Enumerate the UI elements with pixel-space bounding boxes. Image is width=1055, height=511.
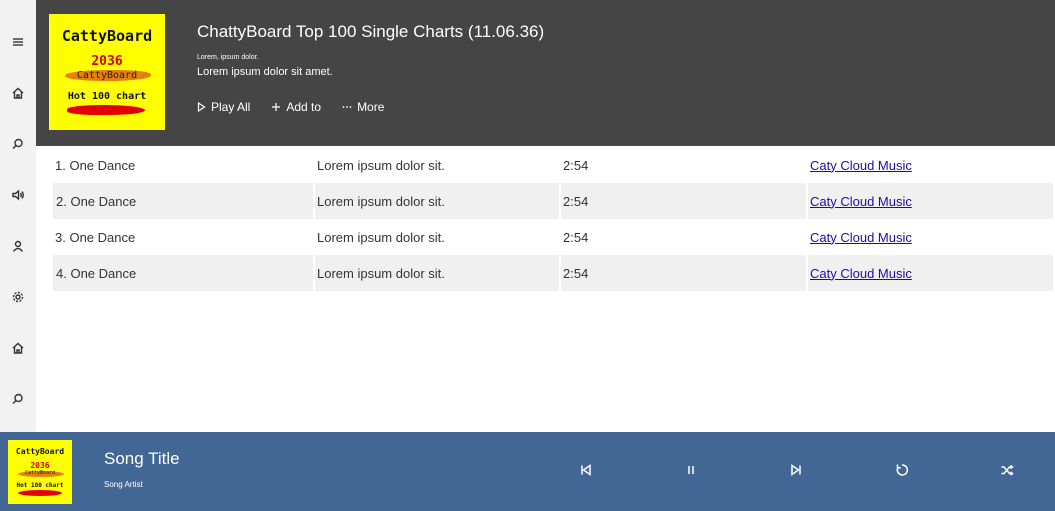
- track-title: 2. One Dance: [40, 183, 313, 219]
- track-title: 3. One Dance: [55, 229, 136, 245]
- track-label-cell: Caty Cloud Music: [806, 147, 1053, 183]
- home-icon[interactable]: [0, 333, 36, 363]
- app: CattyBoard 2036 CattyBoard Hot 100 chart…: [0, 0, 1055, 511]
- track-row[interactable]: 2. One Dance Lorem ipsum dolor sit. 2:54…: [40, 183, 1053, 219]
- gear-icon[interactable]: [0, 282, 36, 312]
- track-row[interactable]: 1. One Dance Lorem ipsum dolor sit. 2:54…: [53, 147, 1053, 183]
- track-description: Lorem ipsum dolor sit.: [313, 147, 559, 183]
- previous-icon[interactable]: [574, 458, 598, 482]
- track-label-link[interactable]: Caty Cloud Music: [810, 158, 912, 173]
- add-to-label: Add to: [286, 100, 322, 114]
- track-description: Lorem ipsum dolor sit.: [313, 219, 559, 255]
- playlist-description: Lorem ipsum dolor sit amet.: [197, 66, 333, 78]
- track-title: 4. One Dance: [40, 255, 313, 291]
- play-icon: [197, 102, 206, 112]
- now-playing-cover-image: CattyBoard 2036 CattyBoard Hot 100 chart: [8, 440, 72, 504]
- add-to-button[interactable]: Add to: [271, 100, 321, 114]
- track-duration: 2:54: [559, 183, 806, 219]
- ellipsis-icon: [342, 106, 352, 108]
- more-button[interactable]: More: [342, 100, 384, 114]
- search-icon[interactable]: [0, 384, 36, 414]
- player-bar: CattyBoard 2036 CattyBoard Hot 100 chart…: [0, 432, 1055, 511]
- cover-year: 2036: [91, 54, 123, 69]
- play-all-button[interactable]: Play All: [197, 100, 250, 114]
- speaker-icon[interactable]: [0, 180, 36, 210]
- track-duration: 2:54: [559, 219, 806, 255]
- cover-hot: Hot 100 chart: [16, 482, 64, 489]
- track-label-link[interactable]: Caty Cloud Music: [810, 266, 912, 281]
- next-icon[interactable]: [784, 458, 808, 482]
- track-row[interactable]: 4. One Dance Lorem ipsum dolor sit. 2:54…: [40, 255, 1053, 291]
- playlist-title: ChattyBoard Top 100 Single Charts (11.06…: [197, 22, 545, 41]
- song-title: Song Title: [104, 449, 180, 468]
- playlist-actions: Play All Add to More: [197, 100, 384, 114]
- track-description: Lorem ipsum dolor sit.: [313, 183, 559, 219]
- play-all-label: Play All: [211, 100, 251, 114]
- shuffle-icon[interactable]: [995, 458, 1019, 482]
- cover-brand: CattyBoard: [61, 27, 153, 45]
- track-label-link[interactable]: Caty Cloud Music: [810, 230, 912, 245]
- playlist-cover-image: CattyBoard 2036 CattyBoard Hot 100 chart: [49, 14, 165, 130]
- sidebar: [0, 0, 36, 432]
- cover-sub: CattyBoard: [76, 70, 138, 81]
- track-label-cell: Caty Cloud Music: [806, 255, 1053, 291]
- menu-icon[interactable]: [0, 27, 36, 57]
- cover-hot: Hot 100 chart: [67, 91, 147, 102]
- repeat-icon[interactable]: [890, 458, 914, 482]
- track-description: Lorem ipsum dolor sit.: [313, 255, 559, 291]
- pause-icon[interactable]: [679, 458, 703, 482]
- cover-smear: [67, 105, 145, 115]
- track-row[interactable]: 3. One Dance Lorem ipsum dolor sit. 2:54…: [53, 219, 1053, 255]
- cover-sub: CattyBoard: [24, 470, 56, 476]
- track-label-cell: Caty Cloud Music: [806, 219, 1053, 255]
- more-label: More: [357, 100, 385, 114]
- cover-smear: [18, 490, 62, 496]
- cover-brand: CattyBoard: [15, 447, 65, 456]
- track-label-link[interactable]: Caty Cloud Music: [810, 194, 912, 209]
- search-icon[interactable]: [0, 129, 36, 159]
- home-icon[interactable]: [0, 78, 36, 108]
- song-artist: Song Artist: [104, 480, 143, 489]
- playlist-header: CattyBoard 2036 CattyBoard Hot 100 chart…: [36, 0, 1055, 146]
- track-list: 1. One Dance Lorem ipsum dolor sit. 2:54…: [40, 147, 1053, 291]
- playlist-subtitle: Lorem, ipsum dolor.: [197, 54, 259, 61]
- track-duration: 2:54: [559, 255, 806, 291]
- track-duration: 2:54: [559, 147, 806, 183]
- track-title: 1. One Dance: [55, 157, 136, 173]
- plus-icon: [272, 103, 281, 111]
- user-icon[interactable]: [0, 231, 36, 261]
- track-label-cell: Caty Cloud Music: [806, 183, 1053, 219]
- cover-year: 2036: [30, 461, 50, 470]
